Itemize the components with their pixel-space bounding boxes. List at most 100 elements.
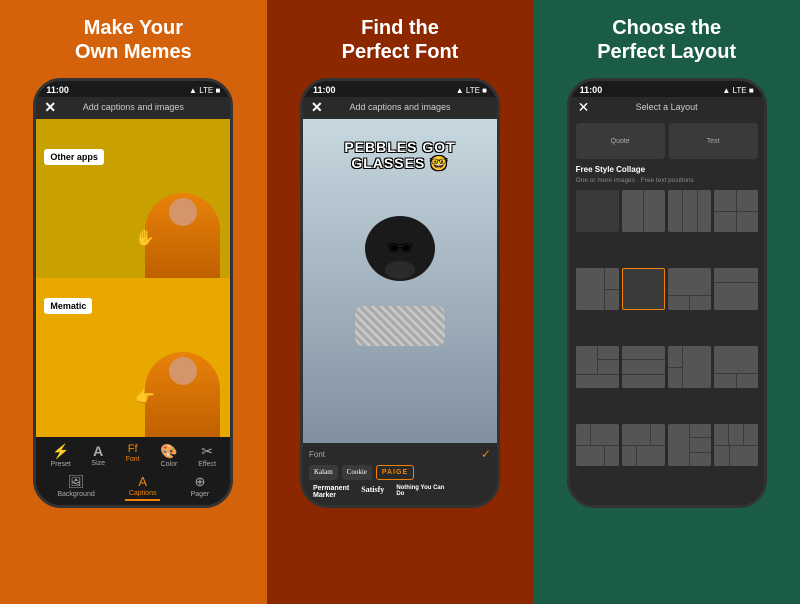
pager-tab-icon: ⊕ <box>194 474 205 490</box>
font-symbol: Ff <box>128 443 138 455</box>
font-check-icon[interactable]: ✓ <box>481 447 491 461</box>
status-bar-2: 11:00 ▲ LTE ■ <box>303 81 497 97</box>
font-image-area: PEBBLES GOT GLASSES 🤓 🕶 <box>303 119 497 443</box>
layout-cell-15[interactable] <box>668 424 711 466</box>
color-icon[interactable]: 🎨 Color <box>160 443 177 468</box>
toolbar-tabs: 🖼 Background A Captions ⊕ Pager <box>40 472 226 501</box>
layout-cell-9[interactable] <box>576 346 619 388</box>
signal-2: ▲ LTE ■ <box>456 86 487 95</box>
font-permanent-marker[interactable]: PermanentMarker <box>309 483 353 501</box>
nav-title-1: Add captions and images <box>83 102 184 114</box>
font-cookie[interactable]: Cookie <box>342 465 372 480</box>
meme-text-overlay: PEBBLES GOT GLASSES 🤓 <box>303 139 497 173</box>
status-bar-1: 11:00 ▲ LTE ■ <box>36 81 230 97</box>
font-satisfy[interactable]: Satisfy <box>357 483 388 501</box>
phone-1: 11:00 ▲ LTE ■ ✕ Add captions and images … <box>33 78 233 508</box>
size-label: Size <box>91 460 105 467</box>
phone-content-2: PEBBLES GOT GLASSES 🤓 🕶 <box>303 119 497 505</box>
background-tab-label: Background <box>57 491 94 498</box>
meme-bottom: 👉 Mematic <box>36 278 230 437</box>
close-icon-1[interactable]: ✕ <box>44 99 56 116</box>
signal-1: ▲ LTE ■ <box>189 86 220 95</box>
layout-content: Quote Text Free Style Collage One or mor… <box>570 117 764 505</box>
font-list-row2: PermanentMarker Satisfy Nothing You CanD… <box>309 483 491 501</box>
layout-cell-4[interactable] <box>714 190 757 232</box>
time-3: 11:00 <box>580 85 603 95</box>
font-label: Font <box>126 456 140 463</box>
close-icon-3[interactable]: ✕ <box>578 99 590 116</box>
layout-cell-3[interactable] <box>668 190 711 232</box>
font-toolbar: Font ✓ Kalam Cookie PAIGE PermanentMarke… <box>303 443 497 505</box>
font-list-row1: Kalam Cookie PAIGE <box>309 465 491 480</box>
nav-title-2: Add captions and images <box>349 102 450 114</box>
panel2-title: Find thePerfect Font <box>342 16 459 64</box>
nav-bar-2: ✕ Add captions and images <box>303 97 497 119</box>
panel-memes: Make YourOwn Memes 11:00 ▲ LTE ■ ✕ Add c… <box>0 0 267 604</box>
phone-2: 11:00 ▲ LTE ■ ✕ Add captions and images … <box>300 78 500 508</box>
nav-title-3: Select a Layout <box>636 102 698 112</box>
layout-cell-14[interactable] <box>622 424 665 466</box>
phone-3: 11:00 ▲ LTE ■ ✕ Select a Layout Quote Te… <box>567 78 767 508</box>
preset-icon[interactable]: ⚡ Preset <box>51 443 71 468</box>
text-size-icon: A <box>93 443 103 459</box>
section-label: Free Style Collage <box>576 165 758 174</box>
layout-cell-6[interactable] <box>622 268 665 310</box>
panel3-title: Choose thePerfect Layout <box>597 16 736 64</box>
font-label-row: Font ✓ <box>309 447 491 461</box>
quote-label: Quote <box>611 138 630 145</box>
size-icon[interactable]: A Size <box>91 443 105 468</box>
effect-label: Effect <box>198 461 216 468</box>
text-label: Text <box>707 138 720 145</box>
preset-label: Preset <box>51 461 71 468</box>
pager-tab-label: Pager <box>191 491 210 498</box>
font-kalam[interactable]: Kalam <box>309 465 338 480</box>
meme-top: ✋ Other apps <box>36 119 230 278</box>
captions-tab-icon: A <box>138 474 147 489</box>
signal-3: ▲ LTE ■ <box>722 86 753 95</box>
panel-layout: Choose thePerfect Layout 11:00 ▲ LTE ■ ✕… <box>533 0 800 604</box>
tab-captions[interactable]: A Captions <box>125 472 161 501</box>
layout-grid <box>576 190 758 499</box>
section-sub: One or more images · Free text positions <box>576 177 758 184</box>
layout-cell-13[interactable] <box>576 424 619 466</box>
layout-top-row: Quote Text <box>576 123 758 159</box>
scissors-icon: ✂ <box>201 443 213 460</box>
layout-quote[interactable]: Quote <box>576 123 665 159</box>
font-nothing[interactable]: Nothing You CanDo <box>392 483 448 501</box>
layout-cell-16[interactable] <box>714 424 757 466</box>
layout-text[interactable]: Text <box>669 123 758 159</box>
layout-cell-2[interactable] <box>622 190 665 232</box>
tab-pager[interactable]: ⊕ Pager <box>187 472 214 501</box>
bolt-icon: ⚡ <box>52 443 69 460</box>
layout-cell-5[interactable] <box>576 268 619 310</box>
time-2: 11:00 <box>313 85 336 95</box>
status-bar-3: 11:00 ▲ LTE ■ <box>570 81 764 97</box>
layout-cell-7[interactable] <box>668 268 711 310</box>
nav-bar-3: ✕ Select a Layout <box>570 97 764 117</box>
color-symbol: 🎨 <box>160 443 177 460</box>
panel1-title: Make YourOwn Memes <box>75 16 192 64</box>
tab-background[interactable]: 🖼 Background <box>53 472 98 501</box>
font-paige[interactable]: PAIGE <box>376 465 414 480</box>
close-icon-2[interactable]: ✕ <box>311 99 323 116</box>
other-apps-label: Other apps <box>44 149 104 165</box>
color-label: Color <box>161 461 178 468</box>
panel-font: Find thePerfect Font 11:00 ▲ LTE ■ ✕ Add… <box>267 0 534 604</box>
layout-cell-1[interactable] <box>576 190 619 232</box>
layout-cell-12[interactable] <box>714 346 757 388</box>
phone-content-3: Quote Text Free Style Collage One or mor… <box>570 117 764 505</box>
toolbar-icons: ⚡ Preset A Size Ff Font 🎨 Color <box>40 443 226 468</box>
layout-cell-8[interactable] <box>714 268 757 310</box>
phone-content-1: ✋ Other apps 👉 Mematic ⚡ <box>36 119 230 505</box>
effect-icon[interactable]: ✂ Effect <box>198 443 216 468</box>
layout-cell-10[interactable] <box>622 346 665 388</box>
mematic-label: Mematic <box>44 298 92 314</box>
time-1: 11:00 <box>46 85 69 95</box>
nav-bar-1: ✕ Add captions and images <box>36 97 230 119</box>
font-icon[interactable]: Ff Font <box>126 443 140 468</box>
meme-area: ✋ Other apps 👉 Mematic <box>36 119 230 437</box>
toolbar-1: ⚡ Preset A Size Ff Font 🎨 Color <box>36 437 230 505</box>
layout-cell-11[interactable] <box>668 346 711 388</box>
font-toolbar-label: Font <box>309 450 325 459</box>
captions-tab-label: Captions <box>129 490 157 497</box>
